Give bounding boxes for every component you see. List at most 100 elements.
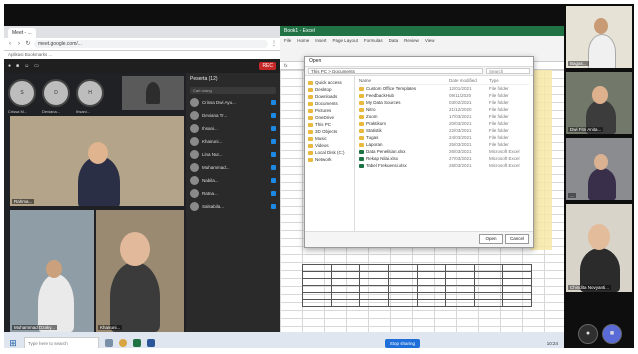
participant-tile[interactable]: ...: [566, 138, 632, 200]
reload-icon[interactable]: ↻: [25, 41, 31, 47]
nav-label: Desktop: [315, 87, 332, 92]
file-row[interactable]: Zoom 17/03/2021 File folder: [359, 113, 529, 120]
path-input[interactable]: This PC > Documents: [308, 68, 483, 74]
windows-start-icon[interactable]: ⊞: [8, 338, 18, 348]
nav-item[interactable]: Downloads: [305, 93, 354, 100]
video-tile-large[interactable]: Rahma...: [10, 116, 184, 206]
video-tile[interactable]: Muhammad Dzaky...: [10, 210, 94, 332]
file-row[interactable]: My Data Sources 03/02/2021 File folder: [359, 99, 529, 106]
participant-row[interactable]: Salsabila...: [186, 200, 280, 213]
taskbar-search-input[interactable]: Type here to search: [24, 336, 99, 348]
face: [46, 260, 62, 278]
participant-row[interactable]: Crissa Dwi Ayu...: [186, 96, 280, 109]
column-header[interactable]: Name: [359, 78, 449, 83]
video-tile[interactable]: Khairuni...: [96, 210, 184, 332]
file-row[interactable]: Tabel Frekuensi.xlsx 28/03/2021 Microsoft …: [359, 162, 529, 169]
camera-button[interactable]: ■: [602, 324, 622, 344]
people-icon[interactable]: ☺: [24, 63, 29, 69]
cancel-button[interactable]: Cancel: [505, 234, 529, 244]
nav-item[interactable]: Local Disk (C:): [305, 149, 354, 156]
participant-tile[interactable]: Chindita Novyanti...: [566, 204, 632, 292]
participant-row[interactable]: Nabila...: [186, 174, 280, 187]
mic-icon[interactable]: [271, 165, 276, 170]
microphone-button[interactable]: ●: [578, 324, 598, 344]
nav-item[interactable]: Desktop: [305, 86, 354, 93]
back-icon[interactable]: ‹: [7, 41, 13, 47]
participant-tile[interactable]: [122, 76, 184, 110]
face: [88, 142, 108, 164]
participant-row[interactable]: Ratna...: [186, 187, 280, 200]
participant-row[interactable]: Ihsani...: [186, 122, 280, 135]
word-icon[interactable]: [147, 339, 155, 347]
mic-icon[interactable]: [271, 204, 276, 209]
participant-row[interactable]: Muhammad...: [186, 161, 280, 174]
chat-icon[interactable]: ▭: [34, 63, 39, 69]
mic-icon[interactable]: [271, 100, 276, 105]
forward-icon[interactable]: ›: [16, 41, 22, 47]
file-row[interactable]: Tugas 24/03/2021 File folder: [359, 134, 529, 141]
avatar: [190, 189, 199, 198]
file-date: 24/03/2021: [449, 135, 472, 140]
chrome-icon[interactable]: [119, 339, 127, 347]
file-row[interactable]: Nitro 21/12/2020 File folder: [359, 106, 529, 113]
file-row[interactable]: Laporan 25/03/2021 File folder: [359, 141, 529, 148]
folder-icon: [308, 101, 313, 106]
camera-icon[interactable]: ■: [16, 63, 19, 69]
participant-row[interactable]: Deviana Tr...: [186, 109, 280, 122]
nav-item[interactable]: OneDrive: [305, 114, 354, 121]
stop-sharing-button[interactable]: Stop sharing: [384, 338, 420, 348]
file-name: Laporan: [366, 142, 383, 147]
excel-icon[interactable]: [133, 339, 141, 347]
mic-icon[interactable]: [271, 126, 276, 131]
file-name: Nitro: [366, 107, 376, 112]
ribbon-tab[interactable]: File: [284, 38, 291, 59]
file-row[interactable]: Custom Office Templates 12/01/2021 File fo…: [359, 85, 529, 92]
url-input[interactable]: meet.google.com/...: [34, 40, 268, 48]
nav-item[interactable]: 3D Objects: [305, 128, 354, 135]
nav-item[interactable]: Quick access: [305, 79, 354, 86]
open-button[interactable]: Open: [479, 234, 503, 244]
participant-tile[interactable]: Bagas...: [566, 6, 632, 68]
mic-icon[interactable]: [271, 113, 276, 118]
column-header[interactable]: Date modified: [449, 78, 489, 83]
menu-icon[interactable]: ⋮: [271, 41, 277, 47]
mic-icon[interactable]: [271, 178, 276, 183]
file-type: Microsoft Excel: [489, 163, 520, 168]
file-explorer-icon[interactable]: [105, 339, 113, 347]
mic-icon[interactable]: [271, 191, 276, 196]
file-row[interactable]: Statistik 22/03/2021 File folder: [359, 127, 529, 134]
mic-icon[interactable]: [271, 152, 276, 157]
nav-item[interactable]: Videos: [305, 142, 354, 149]
mic-icon[interactable]: ●: [8, 63, 11, 69]
avatar[interactable]: S: [8, 79, 36, 107]
file-row[interactable]: FeedbackHub 09/11/2020 File folder: [359, 92, 529, 99]
shared-screen: Meet - ... ‹ › ↻ meet.google.com/... ⋮ A…: [4, 26, 564, 332]
dialog-search-input[interactable]: Search: [486, 68, 530, 74]
folder-icon: [308, 94, 313, 99]
tile-label: Chindita Novyanti...: [568, 285, 612, 290]
file-row[interactable]: Praktikum 20/03/2021 File folder: [359, 120, 529, 127]
participant-row[interactable]: Khairuni...: [186, 135, 280, 148]
face: [594, 18, 608, 34]
nav-item[interactable]: Network: [305, 156, 354, 163]
file-date: 17/03/2021: [449, 114, 472, 119]
excel-file-icon: [359, 163, 364, 168]
participant-search-input[interactable]: Cari orang: [190, 87, 276, 94]
nav-item[interactable]: Pictures: [305, 107, 354, 114]
nav-item[interactable]: This PC: [305, 121, 354, 128]
file-name: Rekap Nilai.xlsx: [366, 156, 399, 161]
participant-row[interactable]: Lina Nur...: [186, 148, 280, 161]
avatar[interactable]: H: [76, 79, 104, 107]
nav-item[interactable]: Documents: [305, 100, 354, 107]
column-header[interactable]: Type: [489, 78, 529, 83]
file-row[interactable]: Rekap Nilai.xlsx 27/03/2021 Microsoft Exce…: [359, 155, 529, 162]
file-name: FeedbackHub: [366, 93, 395, 98]
participant-tile[interactable]: Dwi Fitri Anita...: [566, 72, 632, 134]
browser-tab[interactable]: Meet - ...: [8, 28, 36, 38]
nav-item[interactable]: Music: [305, 135, 354, 142]
tile-label: Muhammad Dzaky...: [12, 325, 57, 330]
avatar[interactable]: D: [42, 79, 70, 107]
mic-icon[interactable]: [271, 139, 276, 144]
folder-icon: [308, 115, 313, 120]
file-row[interactable]: Data Penelitian.xlsx 26/03/2021 Microsoft …: [359, 148, 529, 155]
